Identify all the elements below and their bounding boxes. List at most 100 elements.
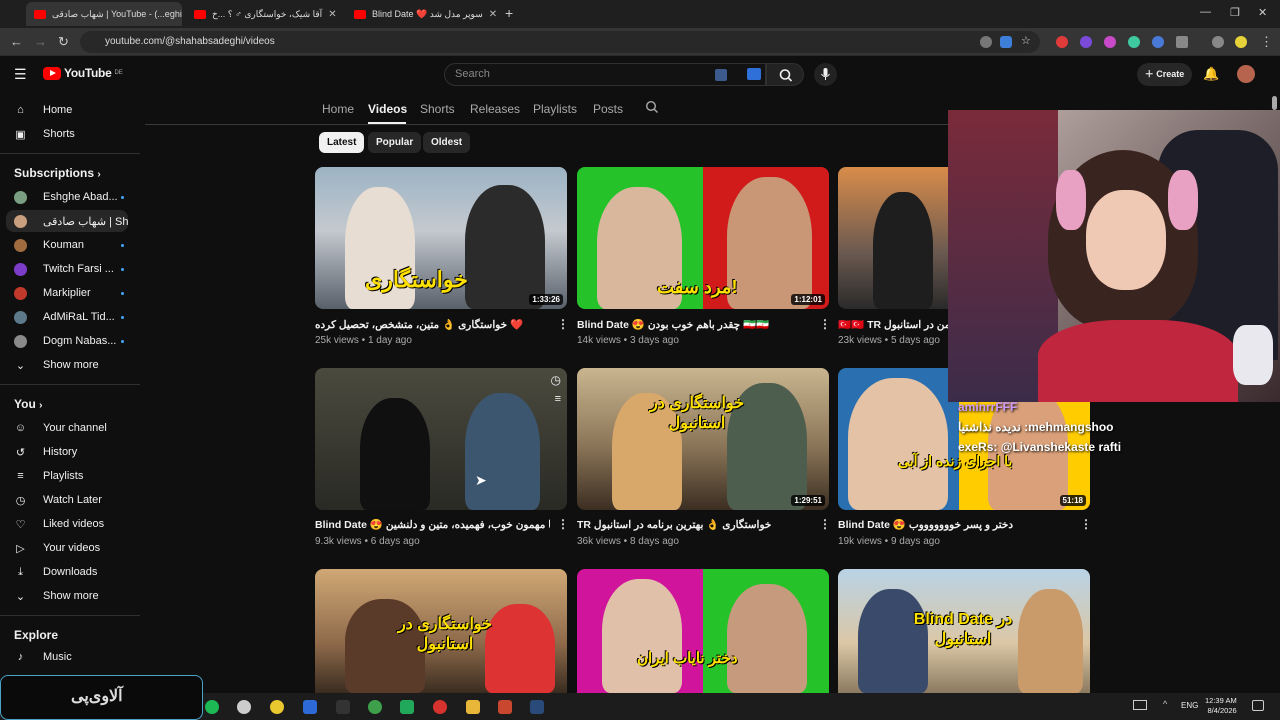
- taskbar-app-icon[interactable]: [498, 700, 512, 714]
- search-button[interactable]: [766, 63, 804, 86]
- video-thumbnail[interactable]: [838, 167, 950, 309]
- search-input[interactable]: Search: [444, 63, 766, 86]
- browser-tab-3[interactable]: Blind Date ❤️ سوپر مدل شد ✕: [346, 2, 498, 26]
- sidebar-item-subscription[interactable]: Dogm Nabas...: [0, 330, 132, 352]
- extension-icon[interactable]: [1080, 36, 1092, 48]
- taskbar-app-icon[interactable]: [400, 700, 414, 714]
- translate-icon[interactable]: [1000, 36, 1012, 48]
- extension-icon[interactable]: [1104, 36, 1116, 48]
- sidebar-item-your-channel[interactable]: ☺ Your channel: [0, 417, 132, 439]
- chrome-icon[interactable]: [270, 700, 284, 714]
- maximize-icon[interactable]: ❐: [1230, 6, 1240, 19]
- video-more-options-icon[interactable]: ⋮: [557, 517, 569, 531]
- extensions-puzzle-icon[interactable]: [1176, 36, 1188, 48]
- taskbar-clock[interactable]: 12:39 AM 8/4/2026: [1205, 696, 1237, 716]
- subscriptions-heading[interactable]: Subscriptions ›: [14, 166, 101, 180]
- file-explorer-icon[interactable]: [466, 700, 480, 714]
- video-title[interactable]: ❤️ خواستگاری 👌 متین، متشخص، تحصیل کرده: [315, 318, 525, 331]
- zoom-icon[interactable]: [980, 36, 992, 48]
- hamburger-menu-icon[interactable]: ☰: [14, 66, 27, 83]
- chip-latest[interactable]: Latest: [319, 132, 365, 153]
- you-heading[interactable]: You ›: [14, 397, 42, 411]
- tab-releases[interactable]: Releases: [470, 102, 520, 116]
- channel-search-icon[interactable]: [645, 100, 659, 119]
- taskbar-app-icon[interactable]: [368, 700, 382, 714]
- avatar[interactable]: [1237, 65, 1255, 83]
- sidebar-item-music[interactable]: ♪ Music: [0, 646, 132, 668]
- spotify-icon[interactable]: [205, 700, 219, 714]
- chip-oldest[interactable]: Oldest: [423, 132, 471, 153]
- tab-home[interactable]: Home: [322, 102, 354, 116]
- tab-posts[interactable]: Posts: [593, 102, 623, 116]
- download-icon[interactable]: [1212, 36, 1224, 48]
- add-to-queue-icon[interactable]: ≡: [555, 393, 561, 405]
- sidebar-item-watch-later[interactable]: ◷ Watch Later: [0, 489, 132, 511]
- sidebar-item-home[interactable]: ⌂ Home: [0, 99, 132, 121]
- chip-popular[interactable]: Popular: [368, 132, 422, 153]
- extension-icon[interactable]: [747, 68, 761, 80]
- sidebar-item-downloads[interactable]: ⤓ Downloads: [0, 561, 132, 583]
- notifications-bell-icon[interactable]: 🔔: [1203, 66, 1219, 82]
- extension-icon[interactable]: [1152, 36, 1164, 48]
- video-thumbnail[interactable]: دختر نایاب ایران: [577, 569, 829, 693]
- tray-chevron-icon[interactable]: ^: [1163, 699, 1167, 709]
- tab-playlists[interactable]: Playlists: [533, 102, 577, 116]
- sidebar-item-subscription[interactable]: Kouman: [0, 234, 132, 256]
- create-button[interactable]: ＋ Create: [1137, 63, 1192, 86]
- youtube-logo[interactable]: YouTube DE: [43, 66, 123, 80]
- browser-tab-youtube-channel[interactable]: شهاب صادقی | YouTube - (...eghi) ✕: [26, 2, 182, 26]
- taskbar-app-icon[interactable]: [433, 700, 447, 714]
- browser-menu-icon[interactable]: ⋮: [1260, 34, 1273, 50]
- keyboard-tray-icon[interactable]: [1133, 700, 1147, 710]
- video-more-options-icon[interactable]: ⋮: [1080, 517, 1092, 531]
- watch-later-icon[interactable]: ◷: [551, 373, 561, 387]
- taskbar-app-icon[interactable]: [336, 700, 350, 714]
- language-indicator[interactable]: ENG: [1181, 701, 1198, 710]
- sidebar-item-your-videos[interactable]: ▷ Your videos: [0, 537, 132, 559]
- taskbar-app-icon[interactable]: [303, 700, 317, 714]
- steam-icon[interactable]: [530, 700, 544, 714]
- video-title[interactable]: TR خواستگاری 👌 بهترین برنامه در استانبول: [577, 518, 812, 531]
- browser-tab-2[interactable]: آقا شیک، خواستگاری ♂ ؟ ...خ ✕: [186, 2, 342, 26]
- notification-center-icon[interactable]: [1252, 700, 1264, 711]
- keyboard-icon[interactable]: [715, 69, 727, 81]
- address-bar[interactable]: youtube.com/@shahabsadeghi/videos: [80, 31, 1040, 53]
- sidebar-item-subscription[interactable]: Eshghe Abad...: [0, 186, 132, 208]
- sidebar-item-subscription[interactable]: AdMiRaL Tid...: [0, 306, 132, 328]
- settings-gear-icon[interactable]: [237, 700, 251, 714]
- sidebar-item-playlists[interactable]: ≡ Playlists: [0, 465, 132, 487]
- show-more-you[interactable]: ⌄ Show more: [0, 585, 132, 607]
- sidebar-item-subscription[interactable]: شهاب صادقی | Sha...: [6, 210, 128, 232]
- close-tab-icon[interactable]: ✕: [489, 9, 497, 20]
- profile-icon[interactable]: [1235, 36, 1247, 48]
- close-tab-icon[interactable]: ✕: [328, 9, 336, 20]
- show-more-subscriptions[interactable]: ⌄ Show more: [0, 354, 132, 376]
- video-thumbnail[interactable]: ◷ ≡ ➤: [315, 368, 567, 510]
- voice-search-button[interactable]: [814, 63, 837, 86]
- video-title[interactable]: 🇹🇷🇹🇷 TR ناسه من در استانبول: [838, 318, 948, 331]
- video-thumbnail[interactable]: خواستگاری 1:33:26: [315, 167, 567, 309]
- video-more-options-icon[interactable]: ⋮: [819, 317, 831, 331]
- video-thumbnail[interactable]: مرد سفت! 1:12:01: [577, 167, 829, 309]
- sidebar-item-subscription[interactable]: Twitch Farsi ...: [0, 258, 132, 280]
- video-more-options-icon[interactable]: ⋮: [557, 317, 569, 331]
- video-title[interactable]: Blind Date 😍 دو تا مهمون خوب، فهمیده، مت…: [315, 518, 550, 531]
- sidebar-item-subscription[interactable]: Markiplier: [0, 282, 132, 304]
- video-more-options-icon[interactable]: ⋮: [819, 517, 831, 531]
- video-title[interactable]: Blind Date 😍 چقدر باهم خوب بودن 🇮🇷🇮🇷: [577, 318, 812, 331]
- video-thumbnail[interactable]: Blind Date در استانبول: [838, 569, 1090, 693]
- reload-icon[interactable]: ↻: [58, 34, 69, 50]
- sidebar-item-liked-videos[interactable]: ♡ Liked videos: [0, 513, 132, 535]
- sidebar-item-shorts[interactable]: ▣ Shorts: [0, 123, 132, 145]
- minimize-icon[interactable]: —: [1200, 6, 1211, 18]
- tab-videos[interactable]: Videos: [368, 102, 407, 116]
- sidebar-item-history[interactable]: ↺ History: [0, 441, 132, 463]
- extension-icon[interactable]: [1056, 36, 1068, 48]
- back-icon[interactable]: ←: [10, 34, 23, 49]
- extension-icon[interactable]: [1128, 36, 1140, 48]
- bookmark-star-icon[interactable]: ☆: [1021, 34, 1033, 47]
- tab-shorts[interactable]: Shorts: [420, 102, 455, 116]
- video-thumbnail[interactable]: خواستگاری در استانبول: [315, 569, 567, 693]
- scrollbar-thumb[interactable]: [1272, 96, 1277, 110]
- new-tab-icon[interactable]: +: [505, 5, 513, 21]
